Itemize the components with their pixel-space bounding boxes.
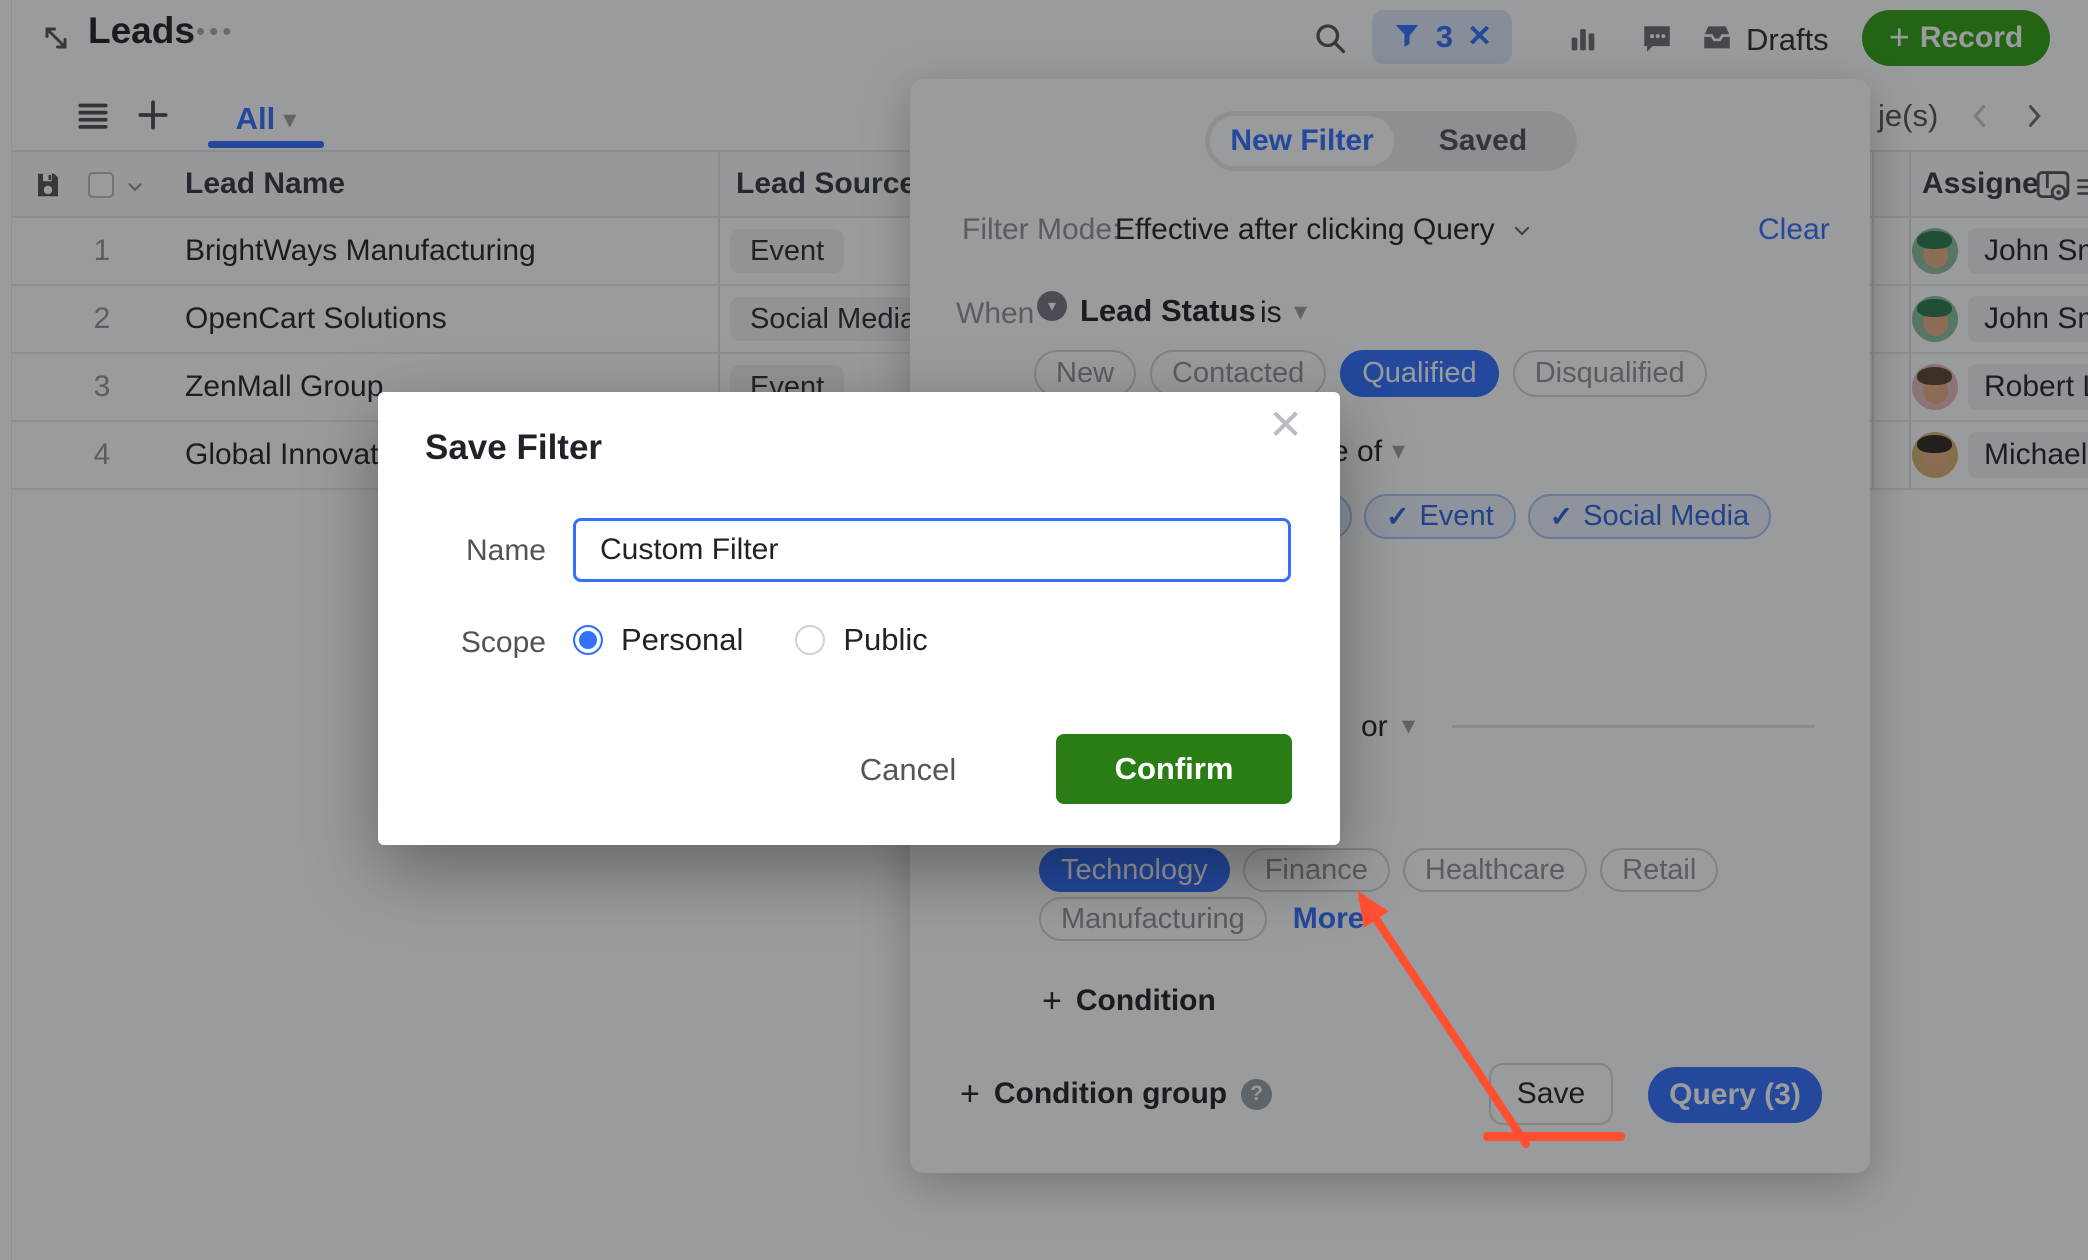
radio-personal-label: Personal <box>621 622 743 658</box>
annotation-underline <box>1483 1132 1625 1141</box>
annotation-arrow <box>1322 852 1552 1162</box>
filter-name-input[interactable] <box>573 518 1291 582</box>
scope-options: Personal Public <box>573 618 928 662</box>
modal-title: Save Filter <box>425 428 602 468</box>
confirm-button[interactable]: Confirm <box>1056 734 1292 804</box>
scope-label: Scope <box>436 626 546 660</box>
cancel-button[interactable]: Cancel <box>846 740 970 800</box>
radio-personal[interactable] <box>573 625 603 655</box>
radio-public-label: Public <box>843 622 927 658</box>
app-window: Leads ••• 3 ✕ Drafts + Record All je(s) <box>0 0 2088 1260</box>
save-filter-modal: Save Filter Name Scope Personal Public C… <box>378 392 1340 845</box>
name-label: Name <box>436 534 546 568</box>
radio-public[interactable] <box>795 625 825 655</box>
close-icon[interactable] <box>1268 404 1303 446</box>
